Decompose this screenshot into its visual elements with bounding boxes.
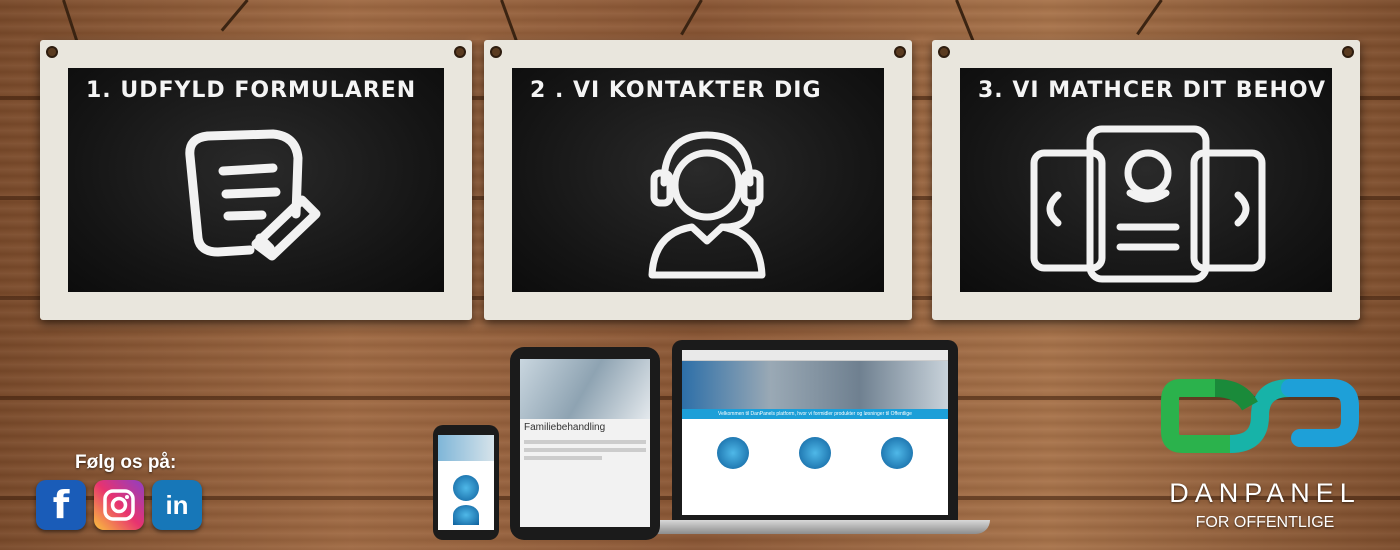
service-circles (682, 419, 948, 469)
chalkboard: 2 . VI KONTAKTER DIG (512, 68, 884, 292)
facebook-glyph: f (52, 483, 70, 527)
nail (454, 46, 466, 58)
browser-bar (682, 350, 948, 361)
rope (62, 0, 79, 44)
rope (680, 0, 703, 36)
step-board-1: 1. UDFYLD FORMULAREN (40, 40, 472, 320)
laptop-lid: Velkommen til DanPanels platform, hvor v… (672, 340, 958, 520)
rope (500, 0, 519, 43)
laptop-base (640, 520, 990, 534)
service-circle[interactable] (717, 437, 749, 469)
text-line (524, 456, 602, 460)
brand-name: DANPANEL (1169, 478, 1361, 508)
laptop-screen: Velkommen til DanPanels platform, hvor v… (682, 350, 948, 515)
nail (894, 46, 906, 58)
linkedin-glyph: in (165, 489, 189, 520)
step-board-3: 3. VI MATHCER DIT BEHOV (932, 40, 1360, 320)
linkedin-icon[interactable]: in (152, 480, 202, 530)
brand-tagline: FOR OFFENTLIGE (1195, 514, 1335, 531)
welcome-banner: Velkommen til DanPanels platform, hvor v… (682, 409, 948, 419)
nail (490, 46, 502, 58)
instagram-icon[interactable] (94, 480, 144, 530)
service-circle[interactable] (453, 505, 479, 525)
step-title: 3. VI MATHCER DIT BEHOV (978, 78, 1327, 103)
chalkboard: 1. UDFYLD FORMULAREN (68, 68, 444, 292)
phone-screen (438, 435, 494, 530)
nail (46, 46, 58, 58)
text-line (524, 440, 646, 444)
text-line (524, 448, 646, 452)
form-pencil-icon (185, 129, 321, 261)
tablet-mockup: Familiebehandling (510, 347, 660, 540)
step-title: 2 . VI KONTAKTER DIG (530, 78, 822, 103)
hero-image (682, 361, 948, 409)
step-board-2: 2 . VI KONTAKTER DIG (484, 40, 912, 320)
service-circle[interactable] (453, 475, 479, 501)
profile-cards-icon (1030, 125, 1266, 283)
laptop-mockup: Velkommen til DanPanels platform, hvor v… (640, 340, 990, 545)
tablet-heading: Familiebehandling (524, 422, 606, 433)
service-circle[interactable] (799, 437, 831, 469)
facebook-icon[interactable]: f (36, 480, 86, 530)
headset-agent-icon (648, 131, 766, 279)
social-label: Følg os på: (75, 452, 177, 473)
phone-hero (438, 435, 494, 461)
tablet-screen: Familiebehandling (520, 359, 650, 527)
rope (220, 0, 249, 32)
instagram-glyph (103, 489, 135, 521)
rope (1136, 0, 1163, 36)
tablet-hero-image (520, 359, 650, 419)
rope (955, 0, 975, 43)
phone-mockup (433, 425, 499, 540)
nail (1342, 46, 1354, 58)
service-circle[interactable] (881, 437, 913, 469)
nail (938, 46, 950, 58)
danpanel-logo-icon (1161, 379, 1359, 453)
step-title: 1. UDFYLD FORMULAREN (86, 78, 417, 103)
chalkboard: 3. VI MATHCER DIT BEHOV (960, 68, 1332, 292)
